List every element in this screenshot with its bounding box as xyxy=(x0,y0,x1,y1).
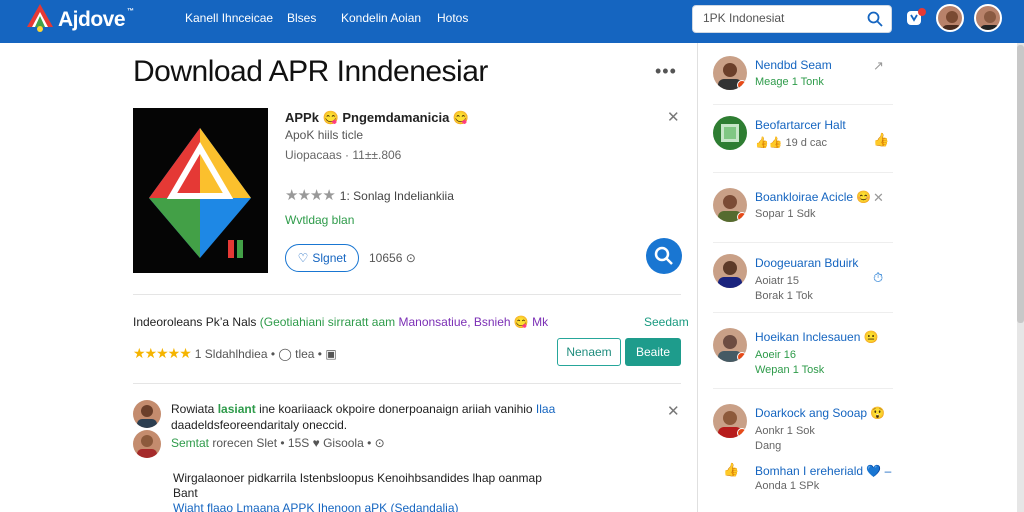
app-icon-image[interactable] xyxy=(133,108,268,273)
info-rating: ★★★★★ 1 Sldahlhdiea • ◯ tlea • ▣ xyxy=(133,345,337,361)
sidebar-item[interactable]: Beofartarcer Halt 👍👍 19 d cac 👍 xyxy=(713,116,893,166)
outline-button[interactable]: Nenaem xyxy=(557,338,621,366)
close-icon[interactable]: ✕ xyxy=(667,108,680,126)
nav-item-4[interactable]: Hotos xyxy=(437,11,468,25)
sidebar-item[interactable]: Boankloirae Acicle 😊 Sopar 1 Sdk ✕ xyxy=(713,188,893,238)
sidebar-item[interactable]: Doarkock ang Sooap 😲 Aonkr 1 Sok Dang xyxy=(713,404,893,454)
comment-line: Rowiata lasiant ine koariiaack okpoire d… xyxy=(171,402,556,416)
comment-body: Bant xyxy=(173,486,198,500)
divider xyxy=(713,172,893,173)
share-icon[interactable]: ↗ xyxy=(873,58,884,74)
comment-line: daadeldsfeoreendaritaly oneccid. xyxy=(171,418,348,432)
solid-button[interactable]: Beaite xyxy=(625,338,681,366)
header-avatar-2[interactable] xyxy=(974,4,1002,32)
star-rating-icon: ★★★★ xyxy=(285,187,336,204)
divider xyxy=(713,242,893,243)
like-icon[interactable]: 👍 xyxy=(873,132,889,148)
brand-logo-icon[interactable] xyxy=(26,3,54,33)
avatar xyxy=(713,328,747,362)
comment-link[interactable]: Wiaht flaao Lmaana APPK Ihenoon aPK (Sed… xyxy=(173,501,459,512)
search-input[interactable] xyxy=(703,11,853,25)
divider xyxy=(713,104,893,105)
search-icon[interactable] xyxy=(867,11,883,27)
avatar xyxy=(713,254,747,288)
nav-item-3[interactable]: Kondelin Aoian xyxy=(341,11,421,25)
close-icon[interactable]: ✕ xyxy=(873,190,884,206)
app-name: APPk 😋 Pngemdamanicia 😋 xyxy=(285,110,470,125)
app-status: Wvtldag blan xyxy=(285,213,355,227)
scrollbar-thumb[interactable] xyxy=(1017,45,1024,323)
app-card: APPk 😋 Pngemdamanicia 😋 ApoK hiils ticle… xyxy=(133,108,682,294)
app-rating: ★★★★ 1: Sonlag Indeliankiia xyxy=(285,187,454,204)
more-options-icon[interactable]: ••• xyxy=(655,61,677,82)
download-count: 10656 ⊙ xyxy=(369,251,416,265)
sidebar-item[interactable]: Hoeikan Inclesauen 😐 Aoeir 16 Wepan 1 To… xyxy=(713,328,893,378)
divider xyxy=(133,294,681,295)
like-icon[interactable]: 👍 xyxy=(723,462,739,478)
search-icon xyxy=(654,246,673,265)
avatar xyxy=(713,404,747,438)
comment-body: Wirgalaonoer pidkarrila Istenbsloopus Ke… xyxy=(173,471,542,485)
clock-icon[interactable]: ⏱ xyxy=(873,270,883,286)
avatar xyxy=(713,116,747,150)
notification-icon[interactable] xyxy=(905,7,927,29)
heart-icon: ♡ xyxy=(297,251,309,265)
comment-meta: Semtat rorecen Slet • 15S ♥ Gisoola • ⊙ xyxy=(171,436,385,450)
top-bar: Ajdove ™ Kanell Ihnceicae Blses Kondelin … xyxy=(0,0,1024,43)
app-size: Uiopacaas · 11±±.806 xyxy=(285,148,402,162)
avatar[interactable] xyxy=(133,400,161,428)
fab-button[interactable] xyxy=(646,238,682,274)
header-avatar-1[interactable] xyxy=(936,4,964,32)
avatar xyxy=(713,188,747,222)
sidebar-item[interactable]: Doogeuaran Bduirk Aoiatr 15 Borak 1 Tok … xyxy=(713,254,893,304)
close-icon[interactable]: ✕ xyxy=(667,402,680,420)
follow-button[interactable]: ♡ Slgnet xyxy=(285,244,359,272)
nav-item-1[interactable]: Kanell Ihnceicae xyxy=(185,11,273,25)
sidebar-item[interactable]: 👍 Bomhan I ereheriald 💙 – Aonda 1 SPk xyxy=(713,462,893,512)
avatar[interactable] xyxy=(133,430,161,458)
app-subtitle: ApoK hiils ticle xyxy=(285,128,364,142)
info-side-link[interactable]: Seedam xyxy=(644,315,689,329)
divider xyxy=(133,383,681,384)
nav-item-2[interactable]: Blses xyxy=(287,11,316,25)
search-box xyxy=(692,5,892,33)
divider xyxy=(713,388,893,389)
divider xyxy=(713,312,893,313)
info-row: Indeoroleans Pk’a Nals (Geotiahiani sirr… xyxy=(133,315,549,329)
page-title: Download APR Inndenesiar xyxy=(133,55,488,88)
brand-name[interactable]: Ajdove ™ xyxy=(58,8,134,32)
sidebar-item[interactable]: Nendbd Seam Meage 1 Tonk ↗ xyxy=(713,56,893,106)
star-rating-icon: ★★★★★ xyxy=(133,345,192,361)
avatar xyxy=(713,56,747,90)
main-panel: Download APR Inndenesiar ••• APPk 😋 Pnge… xyxy=(0,43,697,512)
